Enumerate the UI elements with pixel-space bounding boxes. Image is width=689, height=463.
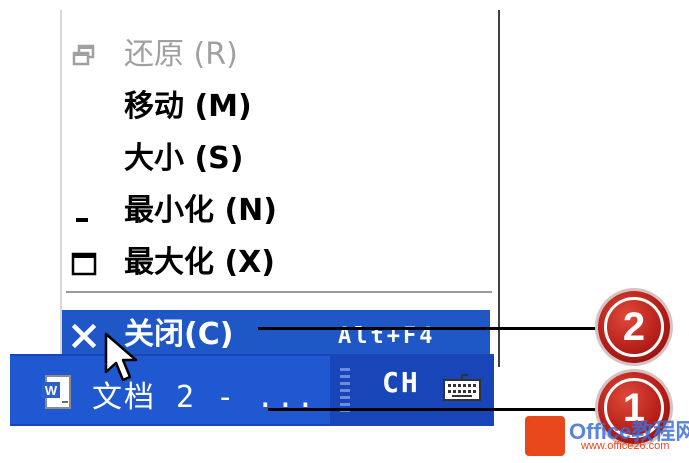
menu-item-minimize[interactable]: 最小化 (N) (62, 184, 498, 234)
menu-item-move[interactable]: 移动 (M) (62, 80, 498, 130)
taskbar: W 文档 2 - ... CH (10, 354, 494, 426)
callout-badge-2: 2 (598, 291, 670, 363)
svg-text:W: W (45, 383, 58, 398)
tray-divider (340, 368, 350, 412)
menu-item-label: 大小 (S) (124, 141, 244, 176)
maximize-icon (71, 252, 97, 276)
menu-item-label: 还原 (R) (124, 37, 238, 72)
menu-item-maximize[interactable]: 最大化 (X) (62, 236, 498, 286)
watermark-subtitle: www.office26.com (581, 440, 670, 452)
taskbar-button-document[interactable]: W 文档 2 - ... (10, 356, 330, 424)
office-watermark-logo: Office教程网 www.office26.com (525, 412, 689, 460)
office-logo-icon (525, 416, 565, 456)
screenshot-stage: 还原 (R) 移动 (M) 大小 (S) 最小化 (N) 最大化 (X) 关闭(… (0, 0, 689, 463)
minimize-icon (76, 218, 88, 222)
mouse-cursor-icon (104, 332, 138, 382)
menu-item-label: 最小化 (N) (124, 193, 277, 228)
callout-number: 2 (604, 297, 664, 357)
menu-item-size[interactable]: 大小 (S) (62, 132, 498, 182)
word-document-icon: W (42, 375, 71, 409)
menu-item-label: 移动 (M) (124, 89, 252, 124)
callout-line-1 (268, 408, 602, 411)
menu-separator (66, 291, 492, 295)
restore-icon (72, 44, 95, 66)
keyboard-icon[interactable] (442, 372, 482, 404)
ime-language-indicator[interactable]: CH (382, 366, 420, 399)
menu-item-label: 最大化 (X) (124, 245, 275, 280)
callout-line-2 (258, 327, 602, 330)
window-system-menu: 还原 (R) 移动 (M) 大小 (S) 最小化 (N) 最大化 (X) 关闭(… (60, 10, 500, 367)
menu-item-restore[interactable]: 还原 (R) (62, 28, 498, 78)
close-icon (71, 323, 97, 349)
